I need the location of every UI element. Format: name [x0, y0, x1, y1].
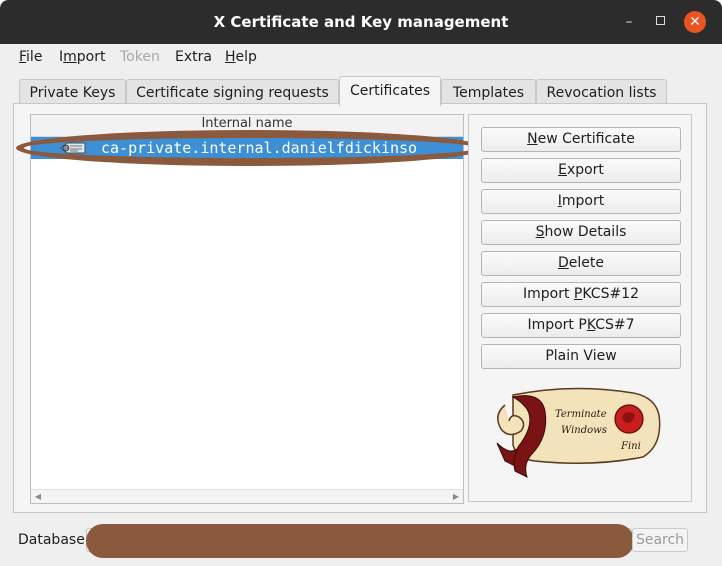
menu-token: Token — [120, 49, 160, 65]
new-certificate-label: ew Certificate — [537, 131, 635, 147]
tab-certificates[interactable]: Certificates — [339, 76, 441, 106]
import-pkcs7-label-end: CS#7 — [595, 317, 635, 333]
maximize-button[interactable] — [651, 13, 669, 31]
certificate-icon — [60, 142, 86, 154]
certificate-internal-name: ca-private.internal.danielfdickinso — [101, 139, 418, 157]
tab-templates[interactable]: Templates — [441, 79, 536, 106]
menu-help-label: elp — [235, 49, 257, 65]
certificate-tree[interactable]: Internal name ca-private.internal.daniel… — [30, 114, 464, 504]
minimize-button[interactable]: – — [620, 13, 638, 31]
import-label: mport — [561, 193, 605, 209]
database-label: Database: — [18, 532, 90, 548]
search-field[interactable]: Search — [632, 528, 688, 552]
new-certificate-mnemonic: N — [527, 131, 538, 147]
menu-bar: File Import Token Extra Help — [0, 44, 722, 70]
svg-text:Fini: Fini — [620, 441, 641, 452]
close-button[interactable]: ✕ — [684, 11, 706, 33]
tab-private-keys[interactable]: Private Keys — [19, 79, 126, 106]
menu-import[interactable]: Import — [59, 47, 105, 67]
menu-help[interactable]: Help — [225, 47, 257, 67]
scroll-right-icon[interactable]: ▶ — [449, 490, 463, 503]
delete-button[interactable]: Delete — [481, 251, 681, 276]
delete-mnemonic: D — [558, 255, 569, 271]
menu-extra[interactable]: Extra — [175, 47, 212, 67]
new-certificate-button[interactable]: New Certificate — [481, 127, 681, 152]
svg-text:Windows: Windows — [561, 425, 607, 436]
show-details-mnemonic: S — [535, 224, 545, 240]
import-pkcs12-label-end: KCS#12 — [582, 286, 639, 302]
import-pkcs12-button[interactable]: Import PKCS#12 — [481, 282, 681, 307]
tab-revocation-lists[interactable]: Revocation lists — [536, 79, 667, 106]
tab-certificate-signing-requests[interactable]: Certificate signing requests — [126, 79, 339, 106]
delete-label: elete — [568, 255, 604, 271]
menu-file-label: ile — [26, 49, 43, 65]
action-buttons-panel: New Certificate Export Import Show Detai… — [468, 114, 692, 502]
plain-view-button[interactable]: Plain View — [481, 344, 681, 369]
show-details-label: how Details — [544, 224, 627, 240]
redaction-mark — [86, 524, 634, 558]
horizontal-scrollbar[interactable]: ◀ ▶ — [31, 489, 463, 503]
window-title: X Certificate and Key management — [213, 13, 509, 31]
scroll-seal-logo: Terminate Windows Fini — [496, 387, 661, 478]
scroll-left-icon[interactable]: ◀ — [31, 490, 45, 503]
certificates-panel: Internal name ca-private.internal.daniel… — [13, 103, 707, 513]
title-bar: X Certificate and Key management – ✕ — [0, 0, 722, 44]
export-mnemonic: E — [558, 162, 567, 178]
menu-file[interactable]: File — [19, 47, 42, 67]
svg-text:Terminate: Terminate — [555, 409, 607, 420]
import-pkcs7-label-start: Import P — [527, 317, 587, 333]
export-label: xport — [566, 162, 604, 178]
menu-file-mnemonic: F — [19, 49, 27, 65]
table-row[interactable]: ca-private.internal.danielfdickinso — [31, 137, 463, 159]
tab-bar: Private Keys Certificate signing request… — [0, 76, 722, 106]
menu-help-mnemonic: H — [225, 49, 236, 65]
export-button[interactable]: Export — [481, 158, 681, 183]
menu-import-mnemonic: m — [63, 49, 77, 65]
show-details-button[interactable]: Show Details — [481, 220, 681, 245]
maximize-icon — [655, 16, 665, 25]
import-button[interactable]: Import — [481, 189, 681, 214]
menu-import-label-end: port — [76, 49, 106, 65]
application-window: X Certificate and Key management – ✕ Fil… — [0, 0, 722, 566]
import-pkcs7-mnemonic: K — [586, 317, 596, 333]
import-pkcs12-label-start: Import — [523, 286, 574, 302]
import-pkcs7-button[interactable]: Import PKCS#7 — [481, 313, 681, 338]
column-header-internal-name[interactable]: Internal name — [31, 115, 463, 137]
status-bar: Database: Search — [0, 520, 722, 566]
